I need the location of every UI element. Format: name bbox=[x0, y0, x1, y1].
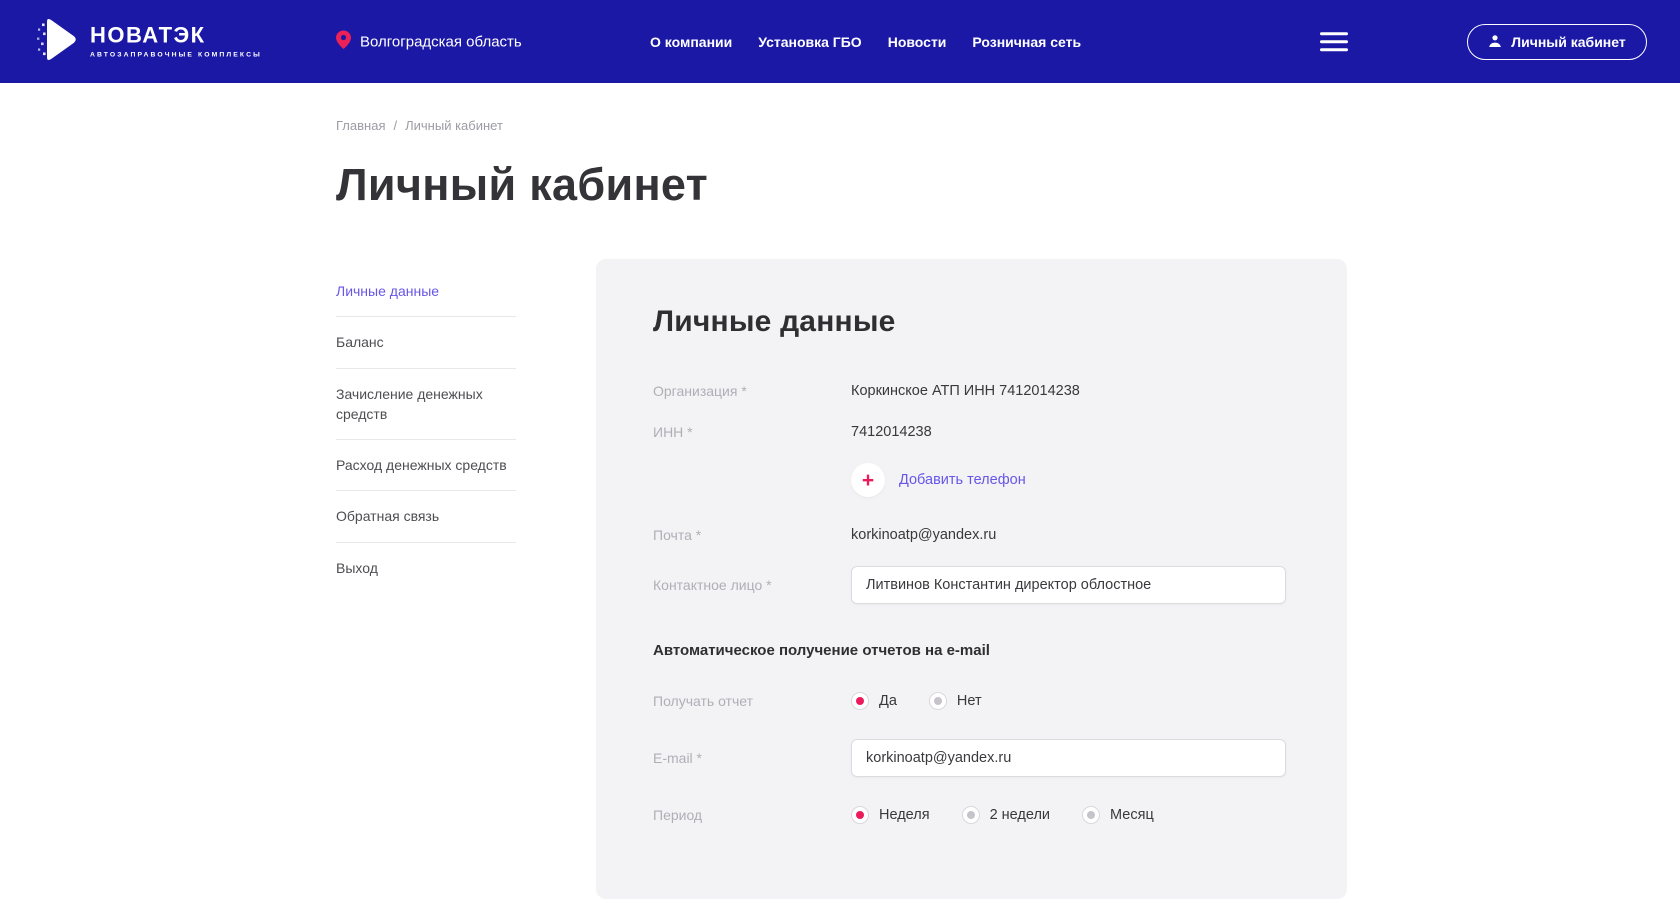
contact-person-input[interactable] bbox=[851, 566, 1286, 604]
inn-label: ИНН * bbox=[653, 424, 851, 440]
period-radio-group: Неделя 2 недели Месяц bbox=[851, 806, 1154, 824]
nav-link-gbo[interactable]: Установка ГБО bbox=[758, 34, 861, 50]
receive-report-row: Получать отчет Да Нет bbox=[653, 691, 1287, 711]
nav-link-about[interactable]: О компании bbox=[650, 34, 732, 50]
add-phone-plus-icon[interactable]: + bbox=[851, 463, 885, 497]
logo-subtitle: АВТОЗАПРАВОЧНЫЕ КОМПЛЕКСЫ bbox=[90, 52, 262, 59]
radio-checked-icon bbox=[851, 806, 869, 824]
inn-row: ИНН * 7412014238 bbox=[653, 422, 1287, 442]
location-pin-icon bbox=[336, 30, 351, 53]
sidebar-item-deposit-funds[interactable]: Зачисление денежных средств bbox=[336, 369, 516, 441]
receive-report-radio-group: Да Нет bbox=[851, 692, 982, 710]
card-heading: Личные данные bbox=[653, 305, 1287, 339]
organization-value: Коркинское АТП ИНН 7412014238 bbox=[851, 383, 1080, 399]
receive-report-option-yes[interactable]: Да bbox=[851, 692, 897, 710]
logo-title: НОВАТЭК bbox=[90, 25, 262, 47]
breadcrumb-current: Личный кабинет bbox=[405, 118, 503, 133]
main-nav: О компании Установка ГБО Новости Розничн… bbox=[650, 34, 1081, 50]
logo-mark-icon bbox=[35, 16, 77, 67]
radio-unchecked-icon bbox=[1082, 806, 1100, 824]
account-button[interactable]: Личный кабинет bbox=[1467, 24, 1647, 60]
page-title: Личный кабинет bbox=[336, 159, 1680, 211]
email-label: E-mail * bbox=[653, 750, 851, 766]
personal-data-card: Личные данные Организация * Коркинское А… bbox=[596, 259, 1347, 899]
receive-report-option-no[interactable]: Нет bbox=[929, 692, 982, 710]
hamburger-menu-icon[interactable] bbox=[1320, 32, 1348, 52]
nav-link-news[interactable]: Новости bbox=[888, 34, 947, 50]
nav-link-retail[interactable]: Розничная сеть bbox=[972, 34, 1081, 50]
sidebar-item-feedback[interactable]: Обратная связь bbox=[336, 491, 516, 542]
sidebar-item-spend-funds[interactable]: Расход денежных средств bbox=[336, 440, 516, 491]
email-row: E-mail * bbox=[653, 739, 1287, 777]
user-icon bbox=[1488, 34, 1502, 51]
logo[interactable]: НОВАТЭК АВТОЗАПРАВОЧНЫЕ КОМПЛЕКСЫ bbox=[35, 16, 262, 67]
top-navbar: НОВАТЭК АВТОЗАПРАВОЧНЫЕ КОМПЛЕКСЫ Волгог… bbox=[0, 0, 1680, 83]
inn-value: 7412014238 bbox=[851, 424, 932, 440]
reports-section-heading: Автоматическое получение отчетов на e-ma… bbox=[653, 642, 1287, 659]
organization-label: Организация * bbox=[653, 383, 851, 399]
period-label: Период bbox=[653, 807, 851, 823]
breadcrumb-home[interactable]: Главная bbox=[336, 118, 385, 133]
add-phone-link[interactable]: Добавить телефон bbox=[899, 472, 1026, 488]
period-row: Период Неделя 2 недели Месяц bbox=[653, 805, 1287, 825]
sidebar-item-personal-data[interactable]: Личные данные bbox=[336, 281, 516, 317]
radio-unchecked-icon bbox=[962, 806, 980, 824]
mail-value: korkinoatp@yandex.ru bbox=[851, 527, 996, 543]
add-phone-row: + Добавить телефон bbox=[653, 463, 1287, 497]
mail-row: Почта * korkinoatp@yandex.ru bbox=[653, 525, 1287, 545]
contact-person-row: Контактное лицо * bbox=[653, 566, 1287, 604]
region-selector[interactable]: Волгоградская область bbox=[336, 30, 522, 53]
sidebar-item-balance[interactable]: Баланс bbox=[336, 317, 516, 368]
radio-checked-icon bbox=[851, 692, 869, 710]
period-option-month[interactable]: Месяц bbox=[1082, 806, 1154, 824]
region-label: Волгоградская область bbox=[360, 33, 522, 50]
contact-person-label: Контактное лицо * bbox=[653, 577, 851, 593]
email-input[interactable] bbox=[851, 739, 1286, 777]
receive-report-label: Получать отчет bbox=[653, 693, 851, 709]
main-content: Личные данные Баланс Зачисление денежных… bbox=[0, 259, 1680, 899]
account-button-label: Личный кабинет bbox=[1511, 34, 1625, 50]
account-sidebar: Личные данные Баланс Зачисление денежных… bbox=[336, 281, 516, 593]
radio-unchecked-icon bbox=[929, 692, 947, 710]
mail-label: Почта * bbox=[653, 527, 851, 543]
breadcrumb: Главная / Личный кабинет bbox=[336, 118, 1680, 133]
organization-row: Организация * Коркинское АТП ИНН 7412014… bbox=[653, 381, 1287, 401]
period-option-two-weeks[interactable]: 2 недели bbox=[962, 806, 1050, 824]
breadcrumb-separator: / bbox=[393, 118, 397, 133]
period-option-week[interactable]: Неделя bbox=[851, 806, 930, 824]
sidebar-item-logout[interactable]: Выход bbox=[336, 543, 516, 593]
